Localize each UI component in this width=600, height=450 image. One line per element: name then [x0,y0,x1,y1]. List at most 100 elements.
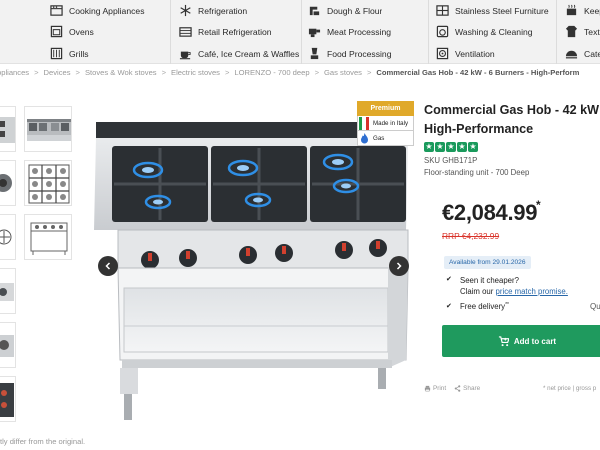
breadcrumb-separator: > [161,67,167,77]
free-delivery-info: ✔ Free delivery ** [446,302,509,312]
share-tools: Print Share [424,385,480,392]
rrp-price: RRP €4,232.99 [442,231,500,241]
made-in-label: Made in Italy [373,119,409,127]
menu-item-retail-refrigeration[interactable]: Retail Refrigeration [178,21,272,42]
menu-item-dough-flour[interactable]: Dough & Flour [307,0,382,21]
product-title-line: Commercial Gas Hob - 42 kW - [424,103,600,117]
price-match-info: ✔ Seen it cheaper? Claim our price match… [446,275,568,297]
breadcrumb-item[interactable]: Stoves & Wok stoves [85,68,157,77]
menu-item-catering[interactable]: Cate [564,43,600,64]
menu-item-cooking-appliances[interactable]: Cooking Appliances [49,0,145,21]
product-price: €2,084.99 [442,200,538,225]
breadcrumb-separator: > [34,67,39,77]
delivery-footnote-mark: ** [505,302,509,308]
product-page: Cooking Appliances Refrigeration Dough &… [0,0,600,450]
chevron-left-icon[interactable] [98,256,118,276]
product-title: Commercial Gas Hob - 42 kW - High-Perfor… [424,101,600,139]
quantity-label: Qu [590,302,600,311]
free-delivery-label: Free delivery [460,302,506,311]
menu-item-ventilation[interactable]: Ventilation [435,43,495,64]
menu-divider [301,0,302,64]
menu-item-label: Dough & Flour [327,5,383,16]
menu-item-label: Ovens [69,26,94,37]
gallery-thumbnail[interactable] [24,160,72,206]
price-match-link[interactable]: price match promise. [496,287,568,296]
menu-item-meat-processing[interactable]: Meat Processing [307,21,391,42]
keep-warm-icon [564,4,578,18]
menu-divider [170,0,171,64]
menu-item-label: Text [584,26,600,37]
share-button[interactable]: Share [454,385,480,392]
menu-item-label: Food Processing [327,48,392,59]
product-badges: Premium Made in Italy Gas [357,101,414,146]
share-label: Share [463,385,481,392]
product-subline: Floor-standing unit - 700 Deep [424,168,530,177]
gallery-thumbnail[interactable] [0,214,16,260]
product-main-image[interactable] [88,98,418,433]
check-icon: ✔ [446,303,452,310]
print-label: Print [433,385,447,392]
gallery-thumbnail[interactable] [0,268,16,314]
category-menu: Cooking Appliances Refrigeration Dough &… [0,0,600,64]
menu-divider [428,0,429,64]
menu-item-food-processing[interactable]: Food Processing [307,43,392,64]
gallery-thumbnail[interactable] [0,106,16,152]
chevron-right-icon[interactable] [389,256,409,276]
made-in-italy-badge: Made in Italy [357,116,414,131]
gallery-thumbnail[interactable] [0,376,16,422]
menu-item-label: Retail Refrigeration [198,26,272,37]
snowflake-icon [178,4,192,18]
menu-item-washing-cleaning[interactable]: Washing & Cleaning [435,21,533,42]
washing-machine-icon [435,25,449,39]
add-to-cart-button[interactable]: Add to cart [442,325,600,357]
breadcrumb-item[interactable]: Gas stoves [324,68,362,77]
add-to-cart-label: Add to cart [513,336,557,346]
breadcrumb-item[interactable]: Electric stoves [171,68,220,77]
breadcrumb-current: Commercial Gas Hob - 42 kW - 6 Burners -… [376,67,580,77]
menu-item-label: Cate [584,48,600,59]
star-icon: ★ [457,142,467,152]
star-icon: ★ [435,142,445,152]
menu-item-stainless-steel-furniture[interactable]: Stainless Steel Furniture [435,0,549,21]
menu-item-label: Ventilation [455,48,495,59]
menu-item-label: Meat Processing [327,26,392,37]
print-button[interactable]: Print [424,385,446,392]
gallery-thumbnail[interactable] [0,322,16,368]
breadcrumb: ppliances > Devices > Stoves & Wok stove… [0,65,600,79]
gallery-thumbnail[interactable] [24,214,72,260]
breadcrumb-item[interactable]: ppliances [0,68,29,77]
gallery-thumbnail[interactable] [0,160,16,206]
menu-item-label: Cooking Appliances [69,5,145,16]
breadcrumb-separator: > [366,67,372,77]
share-icon [454,385,461,392]
gas-badge: Gas [357,131,414,146]
print-icon [424,385,431,392]
buy-box: €2,084.99 * RRP €4,232.99 Available from… [432,184,600,444]
price-footnote-mark: * [536,198,541,212]
menu-item-refrigeration[interactable]: Refrigeration [178,0,247,21]
rating-stars[interactable]: ★ ★ ★ ★ ★ [424,142,478,152]
breadcrumb-item[interactable]: LORENZO - 700 deep [234,68,309,77]
cafe-cup-icon [178,47,192,61]
retail-fridge-icon [178,25,192,39]
net-price-note: * net price | gross p [543,385,597,392]
menu-item-cafe-ice-cream-waffles[interactable]: Café, Ice Cream & Waffles [178,43,299,64]
breadcrumb-item[interactable]: Devices [44,68,71,77]
dough-mixer-icon [307,4,321,18]
catering-icon [564,47,578,61]
menu-item-label: Grills [69,48,89,59]
menu-item-label: Café, Ice Cream & Waffles [198,48,300,59]
star-icon: ★ [468,142,478,152]
star-icon: ★ [424,142,434,152]
menu-item-label: Stainless Steel Furniture [455,5,549,16]
menu-item-ovens[interactable]: Ovens [49,21,94,42]
menu-item-keep[interactable]: Keep [564,0,600,21]
menu-item-grills[interactable]: Grills [49,43,89,64]
image-disclaimer: tly differ from the original. [0,437,86,446]
gallery-thumbnail[interactable] [24,106,72,152]
menu-item-textiles[interactable]: Text [564,21,600,42]
product-sku: SKU GHB171P [424,156,478,165]
check-icon: ✔ [446,276,452,283]
product-title-line: High-Performance [424,122,534,136]
star-icon: ★ [446,142,456,152]
